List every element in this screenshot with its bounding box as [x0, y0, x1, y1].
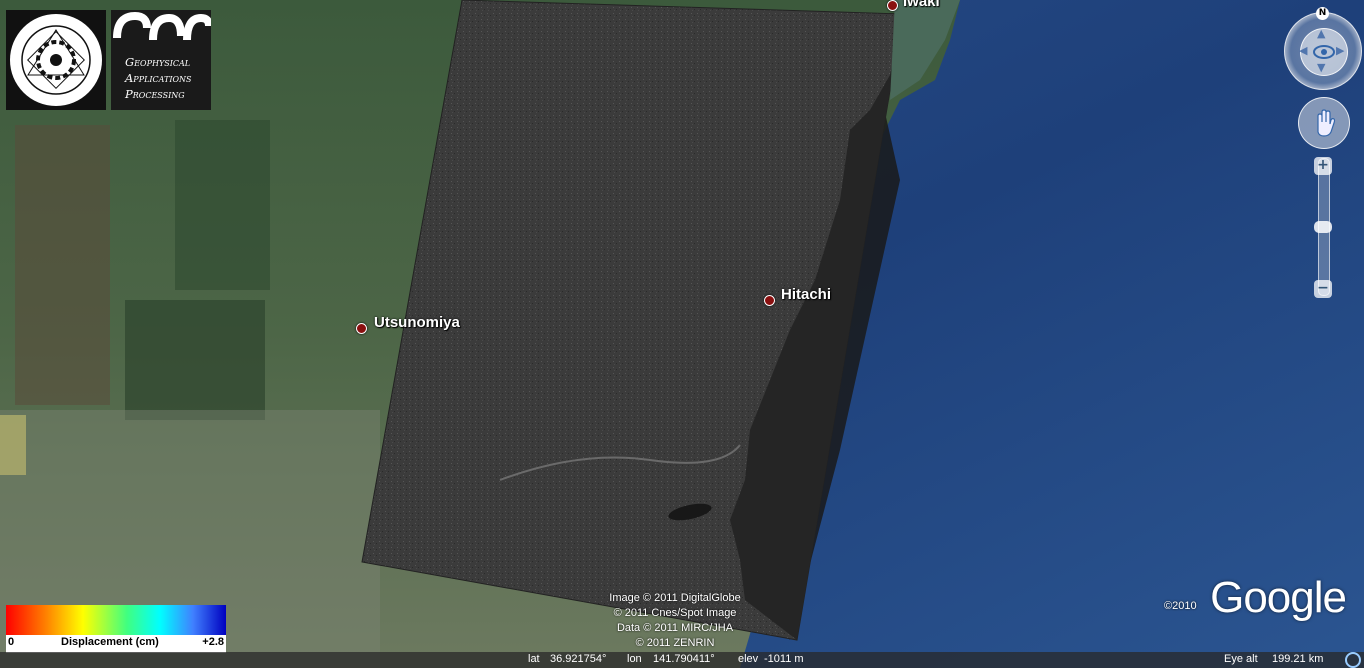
place-marker-iwaki[interactable] — [887, 0, 898, 11]
politecnico-seal-icon — [6, 10, 106, 110]
google-copyright: ©2010 — [1164, 600, 1197, 612]
eye-alt-label: Eye alt — [1224, 653, 1258, 665]
zoom-in-button[interactable]: + — [1314, 157, 1332, 175]
place-label-iwaki[interactable]: Iwaki — [903, 0, 940, 10]
terrain-patch — [125, 300, 265, 420]
attribution-line: © 2011 ZENRIN — [635, 637, 715, 649]
elev-label: elev — [738, 653, 759, 665]
hand-icon[interactable] — [1299, 98, 1349, 148]
gap-logo-text: Geophysical Applications Processing — [125, 54, 192, 102]
politecnico-logo — [6, 10, 106, 110]
google-logo: Google — [1210, 573, 1347, 622]
terrain-patch — [15, 125, 110, 405]
lon-label: lon — [627, 653, 642, 665]
gap-logo: Geophysical Applications Processing — [111, 10, 211, 110]
legend-max-value: +2.8 — [202, 636, 224, 648]
attribution-line: © 2011 Cnes/Spot Image — [613, 607, 737, 619]
zoom-out-button[interactable]: − — [1314, 280, 1332, 298]
elev-value: -1011 m — [764, 653, 804, 665]
move-control[interactable] — [1298, 97, 1350, 149]
nav-left-arrow-icon[interactable]: ◀ — [1299, 45, 1307, 56]
terrain-patch — [175, 120, 270, 290]
imagery-attribution: Image © 2011 DigitalGlobe © 2011 Cnes/Sp… — [590, 591, 760, 651]
nav-right-arrow-icon[interactable]: ▶ — [1336, 45, 1344, 56]
place-label-hitachi[interactable]: Hitachi — [781, 286, 831, 303]
legend-color-ramp — [6, 605, 226, 635]
legend-title: Displacement (cm) — [61, 636, 159, 648]
displacement-legend: 0 Displacement (cm) +2.8 — [6, 605, 226, 653]
legend-min-value: 0 — [8, 636, 15, 648]
eye-alt-value: 199.21 km — [1272, 653, 1324, 665]
look-around-control[interactable] — [1284, 12, 1362, 90]
status-bar: lat 36.921754° lon 141.790411° elev -101… — [0, 652, 1364, 668]
attribution-line: Image © 2011 DigitalGlobe — [609, 592, 741, 604]
lat-value: 36.921754° — [550, 653, 607, 665]
terrain-patch — [0, 415, 26, 475]
nav-up-arrow-icon[interactable]: ▲ — [1317, 28, 1325, 39]
gap-logo-mark-icon — [113, 11, 211, 41]
streaming-indicator-icon — [1345, 652, 1361, 668]
gap-line-3: Processing — [125, 87, 185, 101]
north-indicator[interactable]: N — [1316, 7, 1329, 20]
place-marker-hitachi[interactable] — [764, 295, 775, 306]
attribution-line: Data © 2011 MIRC/JHA — [616, 622, 734, 634]
place-marker-utsunomiya[interactable] — [356, 323, 367, 334]
lat-label: lat — [528, 653, 540, 665]
place-label-utsunomiya[interactable]: Utsunomiya — [374, 314, 460, 331]
nav-down-arrow-icon[interactable]: ▼ — [1317, 62, 1325, 73]
zoom-slider-thumb[interactable] — [1314, 221, 1332, 233]
lon-value: 141.790411° — [653, 653, 715, 665]
gap-line-2: Applications — [125, 71, 192, 85]
gap-line-1: Geophysical — [125, 55, 191, 69]
